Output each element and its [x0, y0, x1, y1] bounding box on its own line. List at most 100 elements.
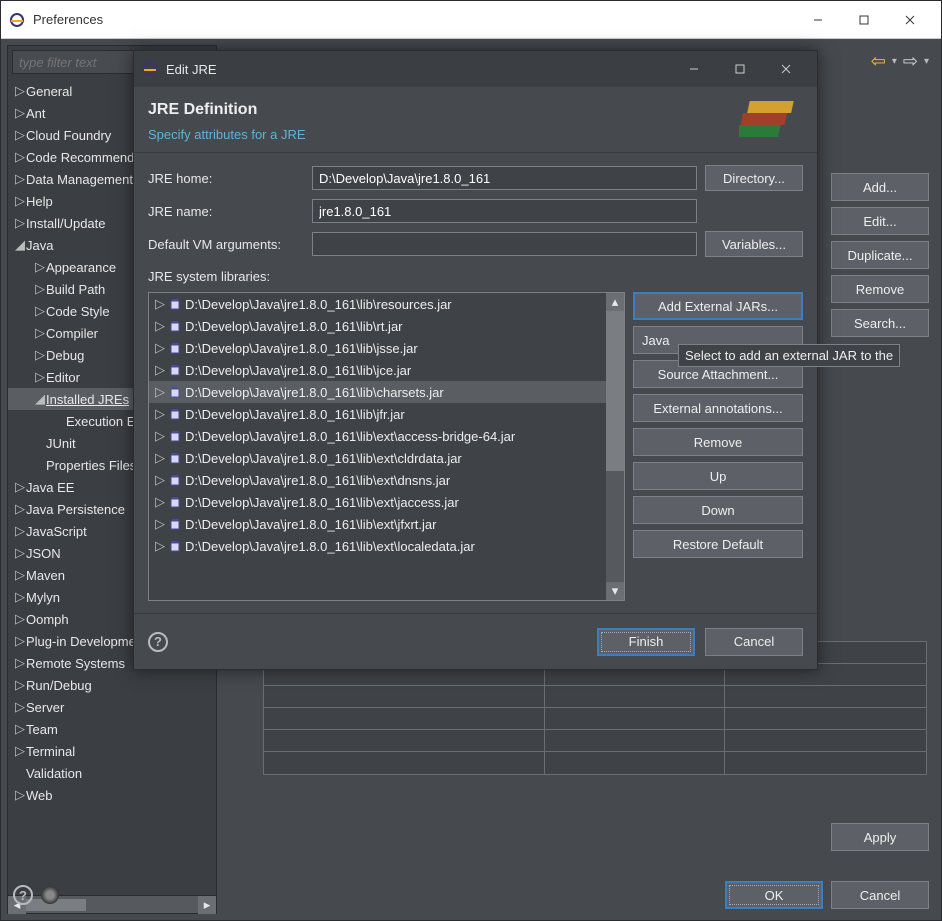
lib-remove-button[interactable]: Remove	[633, 428, 803, 456]
expand-arrow-icon[interactable]: ▷	[155, 472, 165, 488]
expand-arrow-icon[interactable]: ▷	[155, 494, 165, 510]
external-annotations-button[interactable]: External annotations...	[633, 394, 803, 422]
oomph-icon[interactable]	[41, 886, 59, 904]
nav-back-dropdown-icon[interactable]: ▾	[892, 56, 897, 67]
expand-arrow-icon[interactable]: ▷	[34, 281, 46, 297]
expand-arrow-icon[interactable]: ▷	[14, 743, 26, 759]
remove-button[interactable]: Remove	[831, 275, 929, 303]
lib-row[interactable]: ▷D:\Develop\Java\jre1.8.0_161\lib\jsse.j…	[149, 337, 606, 359]
up-button[interactable]: Up	[633, 462, 803, 490]
dialog-title: Edit JRE	[166, 62, 671, 77]
tree-item-server[interactable]: ▷Server	[8, 696, 216, 718]
variables-button[interactable]: Variables...	[705, 231, 803, 257]
maximize-button[interactable]	[841, 5, 887, 35]
expand-arrow-icon[interactable]: ▷	[14, 105, 26, 121]
add-external-jars-button[interactable]: Add External JARs...	[633, 292, 803, 320]
expand-arrow-icon[interactable]: ▷	[14, 721, 26, 737]
cancel-button[interactable]: Cancel	[831, 881, 929, 909]
jre-name-input[interactable]	[312, 199, 697, 223]
tree-item-web[interactable]: ▷Web	[8, 784, 216, 806]
expand-arrow-icon[interactable]: ▷	[14, 501, 26, 517]
tree-item-validation[interactable]: Validation	[8, 762, 216, 784]
help-icon[interactable]: ?	[148, 632, 168, 652]
expand-arrow-icon[interactable]: ▷	[14, 523, 26, 539]
tree-item-run-debug[interactable]: ▷Run/Debug	[8, 674, 216, 696]
expand-arrow-icon[interactable]: ▷	[34, 347, 46, 363]
lib-row[interactable]: ▷D:\Develop\Java\jre1.8.0_161\lib\ext\dn…	[149, 469, 606, 491]
directory-button[interactable]: Directory...	[705, 165, 803, 191]
lib-v-scrollbar[interactable]: ▴ ▾	[606, 293, 624, 600]
expand-arrow-icon[interactable]: ◢	[34, 391, 46, 407]
search-button[interactable]: Search...	[831, 309, 929, 337]
expand-arrow-icon[interactable]: ▷	[155, 318, 165, 334]
expand-arrow-icon[interactable]: ▷	[155, 428, 165, 444]
expand-arrow-icon[interactable]: ▷	[34, 303, 46, 319]
scroll-up-icon[interactable]: ▴	[606, 293, 624, 311]
expand-arrow-icon[interactable]: ▷	[34, 369, 46, 385]
expand-arrow-icon[interactable]: ▷	[14, 677, 26, 693]
nav-back-icon[interactable]: ⇦	[871, 51, 886, 72]
scrollbar-thumb[interactable]	[606, 311, 624, 471]
expand-arrow-icon[interactable]: ▷	[155, 340, 165, 356]
dialog-close-button[interactable]	[763, 54, 809, 84]
lib-row[interactable]: ▷D:\Develop\Java\jre1.8.0_161\lib\ext\jf…	[149, 513, 606, 535]
expand-arrow-icon[interactable]: ▷	[155, 538, 165, 554]
lib-row[interactable]: ▷D:\Develop\Java\jre1.8.0_161\lib\rt.jar	[149, 315, 606, 337]
nav-forward-dropdown-icon[interactable]: ▾	[924, 56, 929, 67]
apply-button[interactable]: Apply	[831, 823, 929, 851]
restore-default-button[interactable]: Restore Default	[633, 530, 803, 558]
tree-item-terminal[interactable]: ▷Terminal	[8, 740, 216, 762]
lib-row[interactable]: ▷D:\Develop\Java\jre1.8.0_161\lib\ext\ja…	[149, 491, 606, 513]
tree-item-label: Install/Update	[26, 216, 106, 231]
lib-row[interactable]: ▷D:\Develop\Java\jre1.8.0_161\lib\resour…	[149, 293, 606, 315]
expand-arrow-icon[interactable]: ▷	[14, 655, 26, 671]
add-button[interactable]: Add...	[831, 173, 929, 201]
ok-button[interactable]: OK	[725, 881, 823, 909]
edit-button[interactable]: Edit...	[831, 207, 929, 235]
expand-arrow-icon[interactable]: ▷	[14, 787, 26, 803]
expand-arrow-icon[interactable]: ▷	[155, 296, 165, 312]
vm-args-input[interactable]	[312, 232, 697, 256]
expand-arrow-icon[interactable]: ▷	[14, 589, 26, 605]
expand-arrow-icon[interactable]: ▷	[155, 450, 165, 466]
expand-arrow-icon[interactable]: ▷	[14, 699, 26, 715]
expand-arrow-icon[interactable]: ▷	[155, 384, 165, 400]
expand-arrow-icon[interactable]: ▷	[14, 479, 26, 495]
lib-row[interactable]: ▷D:\Develop\Java\jre1.8.0_161\lib\ext\lo…	[149, 535, 606, 557]
expand-arrow-icon[interactable]: ▷	[155, 516, 165, 532]
nav-forward-icon[interactable]: ⇨	[903, 51, 918, 72]
expand-arrow-icon[interactable]: ▷	[155, 406, 165, 422]
lib-row[interactable]: ▷D:\Develop\Java\jre1.8.0_161\lib\charse…	[149, 381, 606, 403]
expand-arrow-icon[interactable]: ▷	[14, 611, 26, 627]
duplicate-button[interactable]: Duplicate...	[831, 241, 929, 269]
close-button[interactable]	[887, 5, 933, 35]
down-button[interactable]: Down	[633, 496, 803, 524]
expand-arrow-icon[interactable]: ▷	[14, 83, 26, 99]
lib-list[interactable]: ▷D:\Develop\Java\jre1.8.0_161\lib\resour…	[148, 292, 625, 601]
jre-home-input[interactable]	[312, 166, 697, 190]
lib-row[interactable]: ▷D:\Develop\Java\jre1.8.0_161\lib\jce.ja…	[149, 359, 606, 381]
finish-button[interactable]: Finish	[597, 628, 695, 656]
lib-row[interactable]: ▷D:\Develop\Java\jre1.8.0_161\lib\jfr.ja…	[149, 403, 606, 425]
expand-arrow-icon[interactable]: ▷	[14, 193, 26, 209]
expand-arrow-icon[interactable]: ▷	[14, 127, 26, 143]
lib-row[interactable]: ▷D:\Develop\Java\jre1.8.0_161\lib\ext\cl…	[149, 447, 606, 469]
expand-arrow-icon[interactable]: ▷	[155, 362, 165, 378]
minimize-button[interactable]	[795, 5, 841, 35]
tree-item-team[interactable]: ▷Team	[8, 718, 216, 740]
expand-arrow-icon[interactable]: ▷	[14, 567, 26, 583]
expand-arrow-icon[interactable]: ▷	[14, 149, 26, 165]
expand-arrow-icon[interactable]: ▷	[14, 545, 26, 561]
expand-arrow-icon[interactable]: ◢	[14, 237, 26, 253]
expand-arrow-icon[interactable]: ▷	[14, 171, 26, 187]
dialog-maximize-button[interactable]	[717, 54, 763, 84]
expand-arrow-icon[interactable]: ▷	[14, 633, 26, 649]
scroll-down-icon[interactable]: ▾	[606, 582, 624, 600]
dialog-cancel-button[interactable]: Cancel	[705, 628, 803, 656]
expand-arrow-icon[interactable]: ▷	[14, 215, 26, 231]
help-icon[interactable]: ?	[13, 885, 33, 905]
expand-arrow-icon[interactable]: ▷	[34, 259, 46, 275]
expand-arrow-icon[interactable]: ▷	[34, 325, 46, 341]
lib-row[interactable]: ▷D:\Develop\Java\jre1.8.0_161\lib\ext\ac…	[149, 425, 606, 447]
dialog-minimize-button[interactable]	[671, 54, 717, 84]
